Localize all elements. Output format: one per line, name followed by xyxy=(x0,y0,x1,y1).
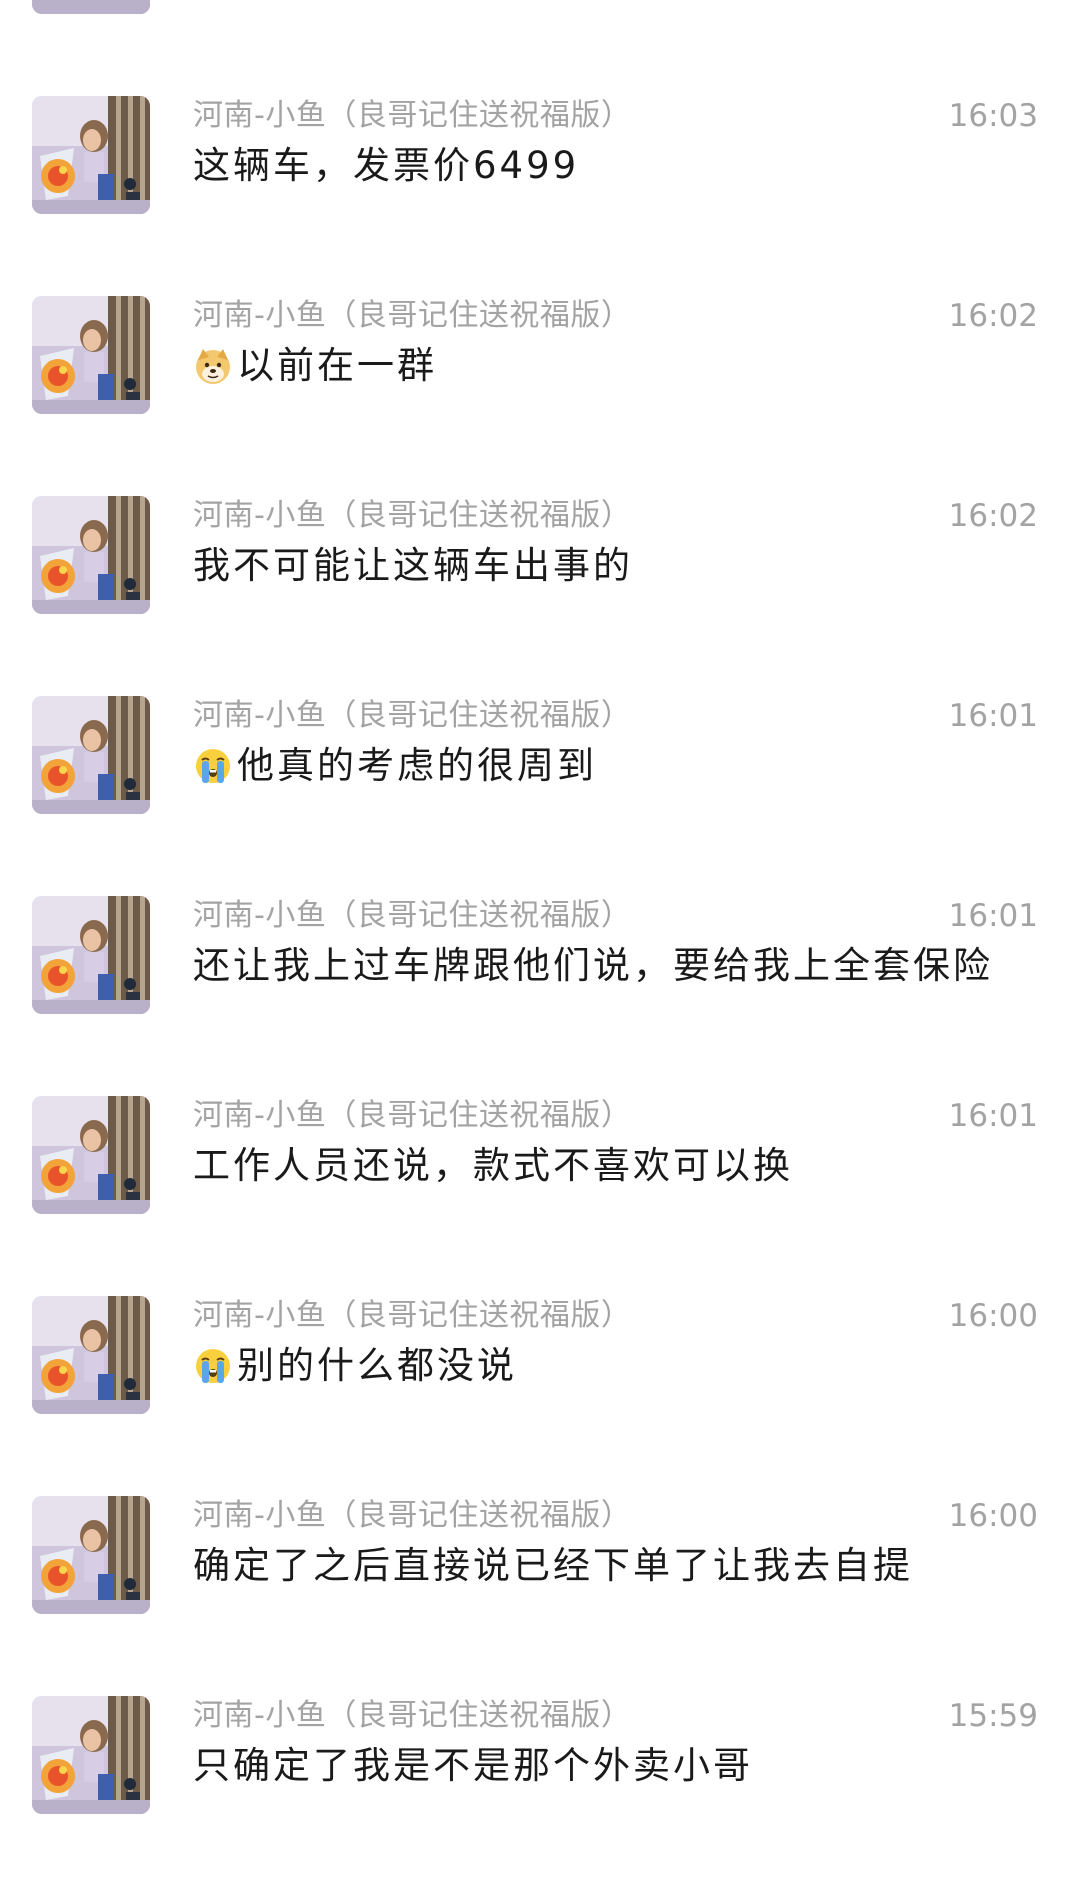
message-time: 16:01 xyxy=(948,1098,1038,1134)
avatar[interactable] xyxy=(32,1496,150,1614)
message-time: 16:03 xyxy=(948,98,1038,134)
message-row: 河南-小鱼（良哥记住送祝福版） 16:00 确定了之后直接说已经下单了让我去自提 xyxy=(0,1496,1080,1696)
message-time: 16:01 xyxy=(948,898,1038,934)
message-text-content: 以前在一群 xyxy=(237,344,437,387)
crying-emoji-icon xyxy=(196,749,230,783)
message-row: 河南-小鱼（良哥记住送祝福版） 16:01 他真的考虑的很周到 xyxy=(0,696,1080,896)
message-text: 别的什么都没说 xyxy=(193,1341,1050,1391)
avatar[interactable] xyxy=(32,1096,150,1214)
message-text: 以前在一群 xyxy=(193,341,1050,391)
message-text-content: 这辆车，发票价6499 xyxy=(193,144,580,187)
sender-name: 河南-小鱼（良哥记住送祝福版） xyxy=(193,1498,632,1533)
sender-name: 河南-小鱼（良哥记住送祝福版） xyxy=(193,298,632,333)
sender-name: 河南-小鱼（良哥记住送祝福版） xyxy=(193,1698,632,1733)
message-time: 15:59 xyxy=(948,1698,1038,1734)
message-row: 河南-小鱼（良哥记住送祝福版） 16:01 还让我上过车牌跟他们说，要给我上全套保险 xyxy=(0,896,1080,1096)
message-text-content: 确定了之后直接说已经下单了让我去自提 xyxy=(193,1544,913,1587)
message-row: 河南-小鱼（良哥记住送祝福版） 16:00 别的什么都没说 xyxy=(0,1296,1080,1496)
sender-name: 河南-小鱼（良哥记住送祝福版） xyxy=(193,1098,632,1133)
message-text-content: 他真的考虑的很周到 xyxy=(237,744,597,787)
sender-name: 河南-小鱼（良哥记住送祝福版） xyxy=(193,498,632,533)
message-text-content: 只确定了我是不是那个外卖小哥 xyxy=(193,1744,753,1787)
avatar[interactable] xyxy=(32,496,150,614)
sender-name: 河南-小鱼（良哥记住送祝福版） xyxy=(193,698,632,733)
message-row: 河南-小鱼（良哥记住送祝福版） 16:02 以前在一群 xyxy=(0,296,1080,496)
message-row: 河南-小鱼（良哥记住送祝福版） 16:02 我不可能让这辆车出事的 xyxy=(0,496,1080,696)
message-time: 16:01 xyxy=(948,698,1038,734)
message-text: 还让我上过车牌跟他们说，要给我上全套保险 xyxy=(193,941,1050,991)
sender-name: 河南-小鱼（良哥记住送祝福版） xyxy=(193,898,632,933)
avatar[interactable] xyxy=(32,296,150,414)
message-text: 工作人员还说，款式不喜欢可以换 xyxy=(193,1141,1050,1191)
message-text: 这辆车，发票价6499 xyxy=(193,141,1050,191)
doge-emoji-icon xyxy=(196,349,230,384)
message-text: 只确定了我是不是那个外卖小哥 xyxy=(193,1741,1050,1791)
crying-emoji-icon xyxy=(196,1349,230,1383)
message-time: 16:00 xyxy=(948,1298,1038,1334)
message-text-content: 还让我上过车牌跟他们说，要给我上全套保险 xyxy=(193,944,993,987)
message-row: 河南-小鱼（良哥记住送祝福版） 15:59 只确定了我是不是那个外卖小哥 xyxy=(0,1696,1080,1896)
message-text: 确定了之后直接说已经下单了让我去自提 xyxy=(193,1541,1050,1591)
message-row: 河南-小鱼（良哥记住送祝福版） 16:03 这辆车，发票价6499 xyxy=(0,96,1080,296)
message-time: 16:02 xyxy=(948,298,1038,334)
avatar[interactable] xyxy=(32,1696,150,1814)
avatar[interactable] xyxy=(32,1296,150,1414)
message-text: 我不可能让这辆车出事的 xyxy=(193,541,1050,591)
avatar[interactable] xyxy=(32,696,150,814)
message-time: 16:02 xyxy=(948,498,1038,534)
sender-name: 河南-小鱼（良哥记住送祝福版） xyxy=(193,98,632,133)
sender-name: 河南-小鱼（良哥记住送祝福版） xyxy=(193,1298,632,1333)
message-row: 河南-小鱼（良哥记住送祝福版） 16:01 工作人员还说，款式不喜欢可以换 xyxy=(0,1096,1080,1296)
message-time: 16:00 xyxy=(948,1498,1038,1534)
message-text-content: 我不可能让这辆车出事的 xyxy=(193,544,633,587)
avatar[interactable] xyxy=(32,96,150,214)
avatar[interactable] xyxy=(32,0,150,14)
message-text-content: 别的什么都没说 xyxy=(237,1344,517,1387)
avatar[interactable] xyxy=(32,896,150,1014)
message-text-content: 工作人员还说，款式不喜欢可以换 xyxy=(193,1144,793,1187)
message-text: 他真的考虑的很周到 xyxy=(193,741,1050,791)
